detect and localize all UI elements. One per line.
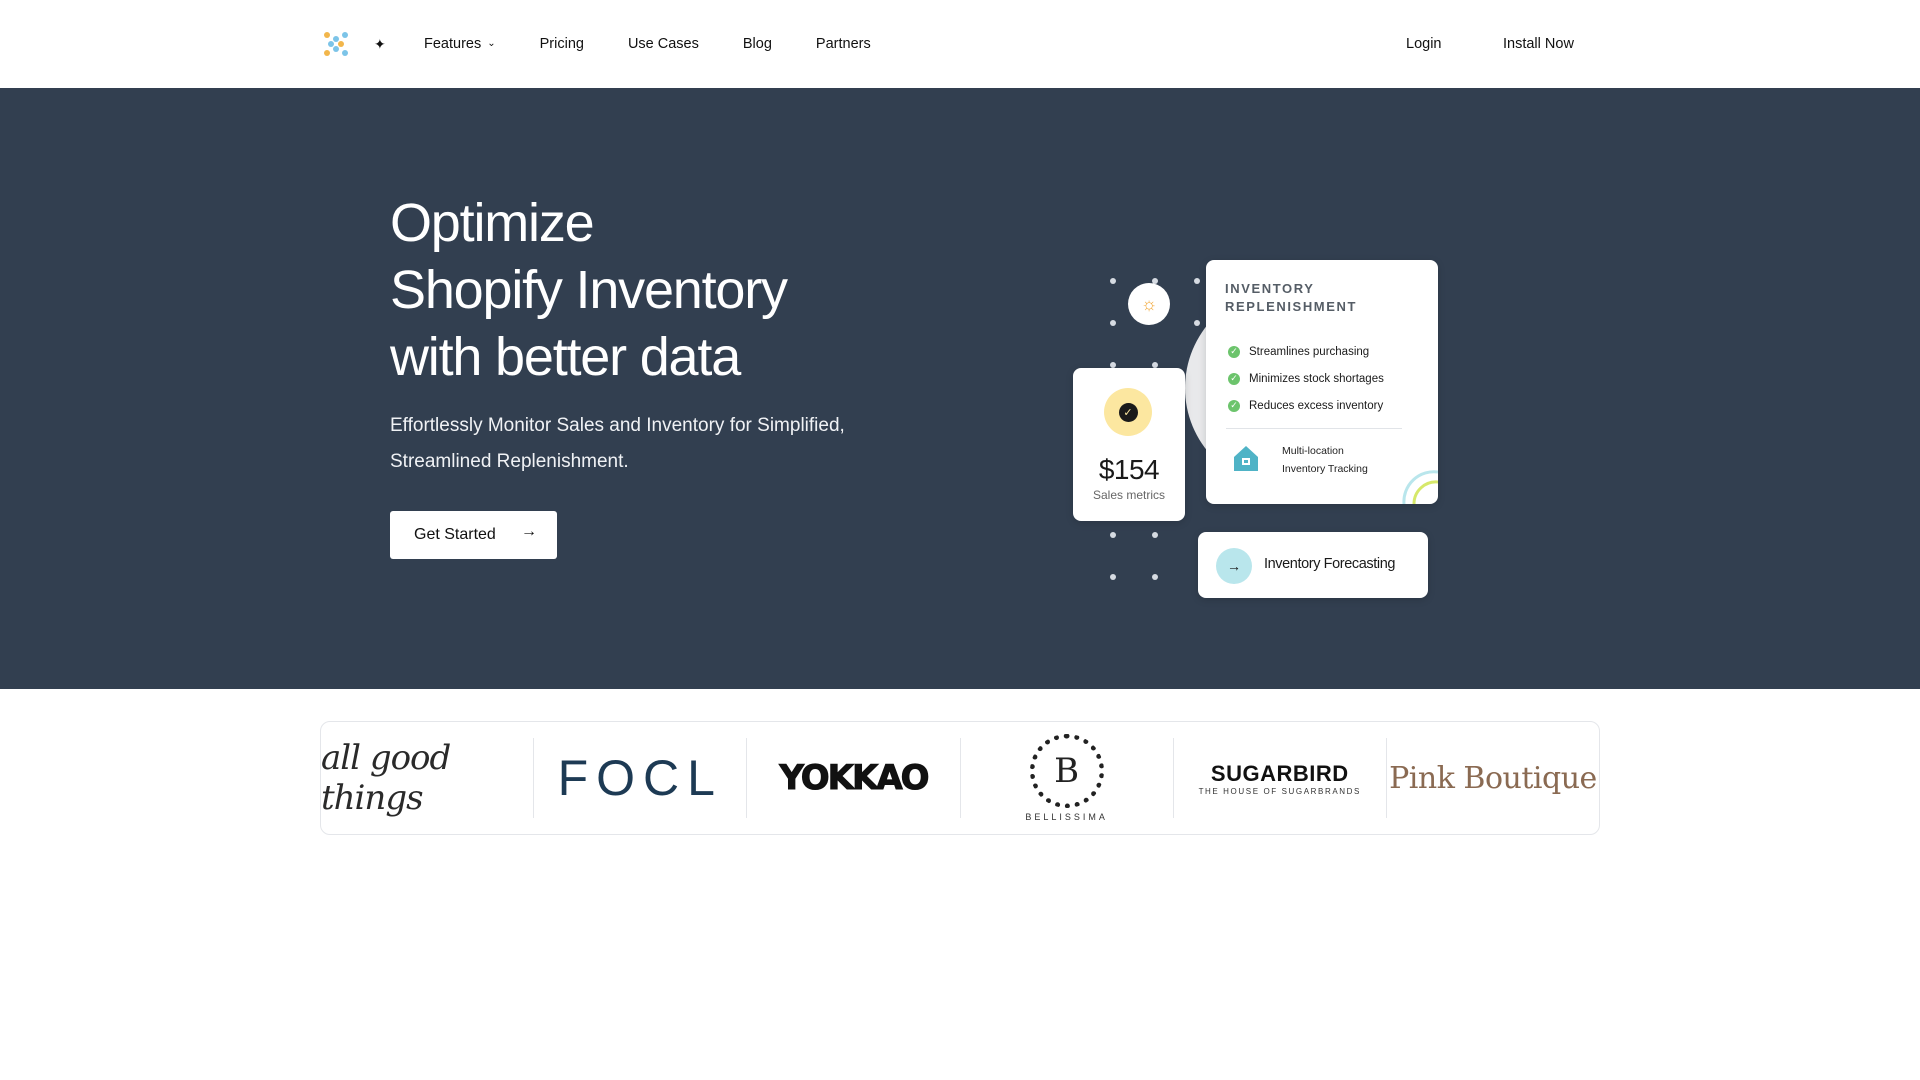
brand-logo-pinkboutique: Pink Boutique xyxy=(1387,738,1599,818)
brand-name: all good things xyxy=(321,738,451,818)
list-item-label: Streamlines purchasing xyxy=(1249,345,1370,358)
decor-dot xyxy=(1152,532,1158,538)
brand-logo-allgoodthings: all good things xyxy=(321,738,535,818)
login-link[interactable]: Login xyxy=(1406,32,1441,56)
hero-title-line: with better data xyxy=(390,327,741,387)
sparkle-icon[interactable]: ✦ xyxy=(374,34,386,54)
hero-title-line: Optimize xyxy=(390,193,595,253)
nav-pricing[interactable]: Pricing xyxy=(540,32,584,56)
sales-badge: ✓ xyxy=(1104,388,1152,436)
hero-title-line: Shopify Inventory xyxy=(390,260,788,320)
sales-amount: $154 xyxy=(1098,454,1160,485)
brand-logo-yokkao: YOKKAO xyxy=(747,738,961,818)
brand-logo-focl: FOCL xyxy=(534,738,748,818)
hero-illustration: ☼ INVENTORY REPLENISHMENT ✓ Streamlines … xyxy=(1060,168,1460,598)
multi-location-line: Inventory Tracking xyxy=(1282,463,1368,475)
top-navbar: ✦ Features ⌄ Pricing Use Cases Blog Part… xyxy=(0,0,1920,88)
forecasting-label: Inventory Forecasting xyxy=(1264,556,1396,572)
nav-blog[interactable]: Blog xyxy=(743,32,772,56)
forecasting-card: → Inventory Forecasting xyxy=(1198,532,1428,598)
nav-use-cases[interactable]: Use Cases xyxy=(628,32,699,56)
decor-dot xyxy=(1110,320,1116,326)
sugarbird-logo: SUGARBIRD THE HOUSE OF SUGARBRANDS xyxy=(1199,761,1361,796)
multi-location-line: Multi-location xyxy=(1282,445,1344,457)
bellissima-logo: B BELLISSIMA xyxy=(1025,734,1108,822)
brand-name: YOKKAO xyxy=(779,758,930,799)
arc-decoration-icon xyxy=(1402,470,1438,504)
multi-location-text: Multi-location Inventory Tracking xyxy=(1282,442,1368,478)
nav-partners[interactable]: Partners xyxy=(816,32,871,56)
hero-subtitle-line: Effortlessly Monitor Sales and Inventory… xyxy=(390,415,845,436)
decor-dot xyxy=(1152,574,1158,580)
hero-title: Optimize Shopify Inventory with better d… xyxy=(390,190,950,391)
divider xyxy=(1226,428,1402,429)
brand-name: BELLISSIMA xyxy=(1025,812,1108,822)
list-item: ✓ Minimizes stock shortages xyxy=(1228,365,1384,392)
brand-logo-strip: all good things FOCL YOKKAO B BELLISSIMA… xyxy=(320,721,1600,835)
replenishment-card: INVENTORY REPLENISHMENT ✓ Streamlines pu… xyxy=(1206,260,1438,504)
list-item: ✓ Streamlines purchasing xyxy=(1228,338,1384,365)
brand-logo-bellissima: B BELLISSIMA xyxy=(961,734,1174,822)
sun-icon: ☼ xyxy=(1128,283,1170,325)
nav-features[interactable]: Features ⌄ xyxy=(424,32,496,56)
decor-dot xyxy=(1194,320,1200,326)
list-item-label: Reduces excess inventory xyxy=(1249,399,1384,412)
check-icon: ✓ xyxy=(1228,399,1240,412)
bellissima-crest-icon: B xyxy=(1029,734,1104,808)
get-started-label: Get Started xyxy=(414,526,496,543)
chevron-down-icon: ⌄ xyxy=(487,38,496,49)
brand-name: Pink Boutique xyxy=(1389,760,1597,796)
sales-label: Sales metrics xyxy=(1092,488,1166,502)
check-circle-icon: ✓ xyxy=(1118,402,1138,422)
brand-logo-sugarbird: SUGARBIRD THE HOUSE OF SUGARBRANDS xyxy=(1174,738,1387,818)
replenishment-list: ✓ Streamlines purchasing ✓ Minimizes sto… xyxy=(1228,338,1384,419)
brand-name: FOCL xyxy=(557,750,723,806)
list-item: ✓ Reduces excess inventory xyxy=(1228,392,1384,419)
arrow-right-icon: → xyxy=(521,523,537,540)
decor-dot xyxy=(1110,574,1116,580)
get-started-button[interactable]: Get Started → xyxy=(390,511,557,559)
decor-dot xyxy=(1194,278,1200,284)
main-menu: Features ⌄ Pricing Use Cases Blog Partne… xyxy=(424,32,915,56)
arrow-right-icon: → xyxy=(1216,548,1252,584)
brand-logo-icon[interactable] xyxy=(322,30,350,58)
hero-subtitle-line: Streamlined Replenishment. xyxy=(390,451,629,472)
hero-subtitle: Effortlessly Monitor Sales and Inventory… xyxy=(390,408,950,480)
check-icon: ✓ xyxy=(1228,372,1240,385)
decor-dot xyxy=(1110,278,1116,284)
warehouse-icon xyxy=(1234,446,1258,471)
list-item-label: Minimizes stock shortages xyxy=(1249,372,1384,385)
nav-features-label: Features xyxy=(424,36,482,52)
decor-dot xyxy=(1110,532,1116,538)
brand-tagline: THE HOUSE OF SUGARBRANDS xyxy=(1198,786,1361,796)
check-icon: ✓ xyxy=(1228,345,1240,358)
install-now-button[interactable]: Install Now xyxy=(1503,32,1574,56)
hero-section: Optimize Shopify Inventory with better d… xyxy=(0,88,1920,689)
sales-metrics-card: ✓ $154 Sales metrics xyxy=(1073,368,1185,521)
brand-name: SUGARBIRD xyxy=(1210,760,1349,786)
replenishment-title: INVENTORY REPLENISHMENT xyxy=(1225,281,1358,314)
